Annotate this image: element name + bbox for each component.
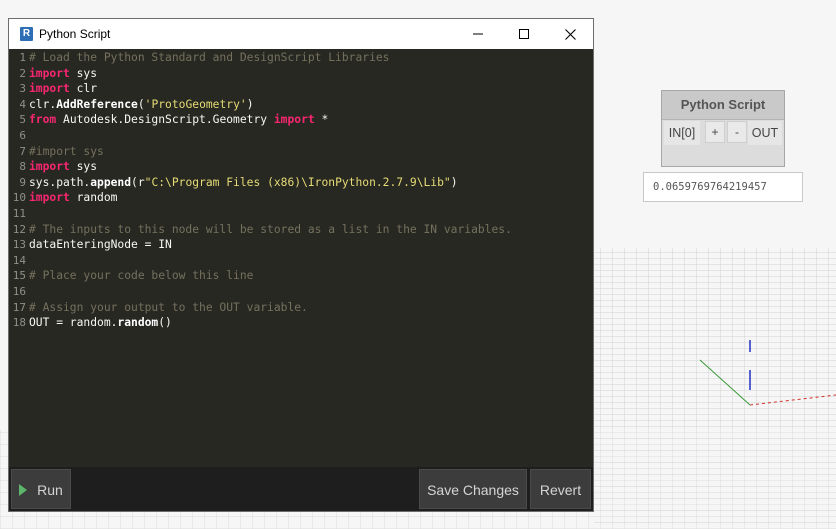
code-token: AddReference	[56, 97, 138, 111]
run-label: Run	[37, 482, 63, 498]
code-token: # Assign your output to the OUT variable…	[29, 300, 308, 314]
node-ports: IN[0] + - OUT	[662, 119, 784, 147]
code-line[interactable]: dataEnteringNode = IN	[29, 238, 172, 251]
line-number: 14	[12, 253, 26, 267]
line-number: 6	[19, 129, 26, 142]
code-token: sys.path.	[29, 175, 91, 189]
code-line[interactable]: import random	[29, 191, 117, 204]
code-token: #import sys	[29, 144, 104, 158]
code-token: clr	[69, 82, 98, 96]
code-token: from	[29, 113, 57, 127]
code-token: # Load the Python Standard and DesignScr…	[29, 51, 390, 64]
window-title: Python Script	[39, 27, 111, 41]
line-number: 9	[19, 175, 26, 189]
code-line[interactable]: from Autodesk.DesignScript.Geometry impo…	[29, 113, 328, 126]
close-icon	[564, 28, 576, 40]
line-number: 4	[19, 97, 26, 111]
code-token: )	[246, 97, 254, 111]
code-line[interactable]: # Load the Python Standard and DesignScr…	[29, 51, 389, 64]
remove-port-button[interactable]: -	[727, 121, 747, 143]
line-number: 18	[12, 316, 26, 330]
output-port[interactable]: OUT	[748, 121, 782, 145]
code-token: (r	[131, 175, 145, 189]
code-token: append	[90, 175, 132, 189]
play-icon	[19, 484, 28, 496]
code-token: sys	[69, 160, 98, 174]
code-token: import	[29, 66, 70, 80]
line-number: 5	[19, 113, 26, 127]
editor-button-bar: Run Save Changes Revert	[9, 467, 593, 511]
code-token: dataEnteringNode = IN	[29, 238, 172, 252]
add-port-button[interactable]: +	[705, 121, 725, 143]
code-line[interactable]: #import sys	[29, 145, 104, 158]
code-line[interactable]: sys.path.append(r"C:\Program Files (x86)…	[29, 176, 458, 189]
code-line[interactable]: OUT = random.random()	[29, 316, 172, 329]
line-number-gutter: 1 2 3 4 5 6 7 8 9 10 11 12 13 14 15 16 17 18	[9, 49, 27, 467]
code-token: sys	[69, 66, 98, 80]
line-number: 11	[12, 207, 26, 220]
code-token: Autodesk.DesignScript.Geometry	[56, 113, 274, 127]
code-token: random	[69, 191, 118, 205]
node-title[interactable]: Python Script	[662, 91, 784, 120]
code-token: # The inputs to this node will be stored…	[29, 222, 512, 236]
code-token: )	[450, 175, 458, 189]
save-changes-button[interactable]: Save Changes	[419, 469, 527, 509]
code-token: ()	[158, 316, 172, 330]
line-number: 2	[19, 66, 26, 80]
code-token: (	[137, 97, 145, 111]
code-editor[interactable]: 1 2 3 4 5 6 7 8 9 10 11 12 13 14 15 16 17 18 # Load the P…	[9, 49, 593, 467]
code-token: # Place your code below this line	[29, 269, 254, 283]
line-number: 15	[12, 269, 26, 283]
line-number: 13	[12, 238, 26, 252]
line-number: 8	[19, 160, 26, 174]
code-token: 'ProtoGeometry'	[144, 97, 247, 111]
title-bar[interactable]: R Python Script	[9, 19, 593, 49]
python-script-node[interactable]: Python Script IN[0] + - OUT	[661, 90, 785, 167]
code-line[interactable]: import clr	[29, 82, 97, 95]
line-number: 10	[12, 191, 26, 205]
run-button[interactable]: Run	[11, 469, 71, 509]
input-port[interactable]: IN[0]	[664, 121, 700, 145]
code-token: clr.	[29, 97, 57, 111]
code-token: random	[117, 316, 159, 330]
line-number: 17	[12, 300, 26, 314]
code-line[interactable]: import sys	[29, 160, 97, 173]
node-preview-value: 0.0659769764219457	[643, 172, 803, 202]
code-token: "C:\Program Files (x86)\IronPython.2.7.9…	[144, 175, 451, 189]
revit-app-icon: R	[20, 27, 33, 41]
code-line[interactable]: # The inputs to this node will be stored…	[29, 223, 512, 236]
code-line[interactable]: clr.AddReference('ProtoGeometry')	[29, 98, 254, 111]
maximize-button[interactable]	[501, 19, 547, 49]
code-line[interactable]: # Place your code below this line	[29, 269, 253, 282]
python-script-window: R Python Script 1 2 3 4 5 6 7 8 9 10 11 12 13 14 15 16 1…	[8, 18, 594, 512]
line-number: 1	[19, 51, 26, 64]
close-button[interactable]	[547, 19, 593, 49]
code-token: *	[314, 113, 329, 127]
code-token: import	[29, 160, 70, 174]
line-number: 12	[12, 222, 26, 236]
code-line[interactable]: # Assign your output to the OUT variable…	[29, 301, 308, 314]
line-number: 16	[12, 285, 26, 298]
revert-button[interactable]: Revert	[530, 469, 591, 509]
maximize-icon	[519, 29, 529, 39]
code-token: import	[273, 113, 315, 127]
line-number: 3	[19, 82, 26, 96]
code-line[interactable]: import sys	[29, 67, 97, 80]
code-token: OUT = random.	[29, 316, 118, 330]
minimize-button[interactable]	[455, 19, 501, 49]
line-number: 7	[19, 144, 26, 158]
code-token: import	[29, 191, 70, 205]
code-token: import	[29, 82, 70, 96]
minimize-icon	[473, 33, 483, 35]
